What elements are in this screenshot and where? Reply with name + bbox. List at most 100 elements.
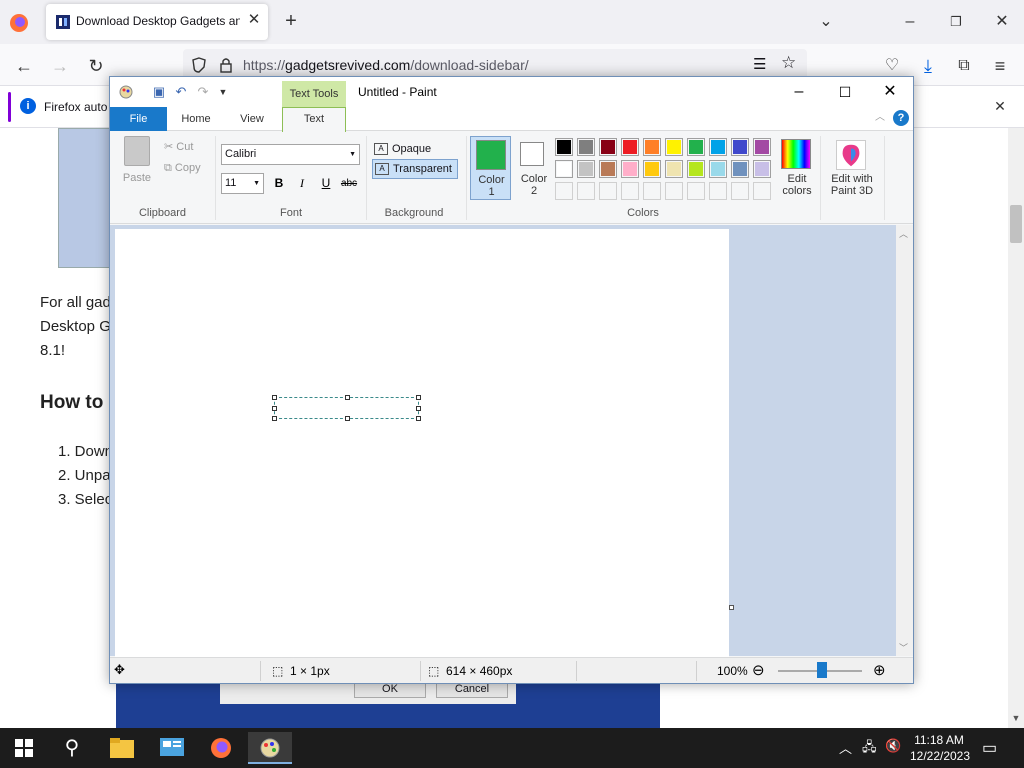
restore-icon[interactable]: ❐ — [942, 10, 970, 34]
tab-view[interactable]: View — [228, 107, 276, 131]
reload-icon[interactable]: ↻ — [84, 54, 108, 78]
palette-swatch[interactable] — [621, 138, 639, 156]
zoom-out-icon[interactable]: ⊖ — [752, 661, 765, 679]
scroll-up-icon[interactable]: ︿ — [899, 227, 908, 240]
tab-close-icon[interactable]: ✕ — [244, 10, 264, 30]
palette-swatch[interactable] — [709, 182, 727, 200]
palette-swatch[interactable] — [621, 160, 639, 178]
url-text[interactable]: https://gadgetsrevived.com/download-side… — [243, 57, 529, 73]
palette-swatch[interactable] — [621, 182, 639, 200]
network-icon[interactable]: 🖧 — [862, 738, 877, 760]
resize-handle[interactable] — [272, 406, 277, 411]
underline-button[interactable]: U — [316, 173, 336, 194]
help-icon[interactable]: ? — [893, 110, 909, 126]
palette-swatch[interactable] — [753, 182, 771, 200]
palette-swatch[interactable] — [599, 160, 617, 178]
palette-swatch[interactable] — [687, 138, 705, 156]
paint-taskbar-button[interactable] — [248, 732, 292, 764]
paint-close-icon[interactable]: ✕ — [867, 77, 913, 107]
ribbon-collapse-icon[interactable]: ︿ — [873, 110, 887, 126]
palette-swatch[interactable] — [753, 160, 771, 178]
redo-icon[interactable]: ↷ — [194, 83, 212, 101]
reader-view-icon[interactable]: ☰ — [753, 55, 766, 73]
extensions-icon[interactable]: ⧉ — [952, 54, 976, 78]
palette-swatch[interactable] — [665, 182, 683, 200]
color2-button[interactable]: Color 2 — [515, 136, 553, 200]
resize-handle[interactable] — [272, 416, 277, 421]
palette-swatch[interactable] — [599, 182, 617, 200]
font-size-select[interactable]: 11 ▼ — [221, 173, 264, 194]
save-icon[interactable]: ▣ — [150, 83, 168, 101]
palette-swatch[interactable] — [731, 160, 749, 178]
canvas-scrollbar[interactable]: ︿ ﹀ — [896, 225, 913, 656]
resize-handle[interactable] — [345, 416, 350, 421]
palette-swatch[interactable] — [643, 182, 661, 200]
tray-chevron-icon[interactable]: ︿ — [839, 738, 852, 757]
palette-swatch[interactable] — [687, 160, 705, 178]
strikethrough-button[interactable]: abc — [339, 173, 359, 194]
notifications-icon[interactable]: ▭ — [982, 738, 997, 758]
search-icon[interactable]: ⚲ — [52, 732, 92, 764]
menu-icon[interactable]: ≡ — [988, 54, 1012, 78]
file-explorer-icon[interactable] — [110, 738, 134, 758]
zoom-slider-thumb[interactable] — [817, 662, 827, 678]
font-family-select[interactable]: Calibri ▼ — [221, 144, 360, 165]
palette-swatch[interactable] — [731, 182, 749, 200]
clock-time[interactable]: 11:18 AM — [912, 733, 966, 747]
drawing-canvas[interactable] — [115, 229, 729, 657]
paste-button[interactable]: Paste — [120, 136, 154, 188]
palette-swatch[interactable] — [643, 138, 661, 156]
page-scrollbar-thumb[interactable] — [1010, 205, 1022, 243]
paint-maximize-icon[interactable]: ☐ — [822, 77, 868, 107]
back-arrow-icon[interactable]: ← — [12, 54, 36, 78]
palette-swatch[interactable] — [577, 160, 595, 178]
scroll-down-icon[interactable]: ﹀ — [899, 641, 908, 654]
transparent-option[interactable]: A Transparent — [372, 159, 458, 179]
cut-button[interactable]: ✂ Cut — [164, 140, 193, 153]
canvas-resize-handle[interactable] — [729, 605, 734, 610]
resize-handle[interactable] — [416, 416, 421, 421]
tab-text[interactable]: Text — [282, 107, 346, 132]
palette-swatch[interactable] — [731, 138, 749, 156]
palette-swatch[interactable] — [555, 138, 573, 156]
resize-handle[interactable] — [416, 395, 421, 400]
palette-swatch[interactable] — [709, 160, 727, 178]
palette-swatch[interactable] — [643, 160, 661, 178]
browser-tab[interactable]: Download Desktop Gadgets an ✕ — [46, 4, 268, 40]
palette-swatch[interactable] — [555, 182, 573, 200]
color1-button[interactable]: Color 1 — [470, 136, 511, 200]
shield-icon[interactable] — [191, 57, 207, 73]
palette-swatch[interactable] — [665, 160, 683, 178]
scroll-down-icon[interactable]: ▼ — [1008, 710, 1024, 726]
italic-button[interactable]: I — [292, 173, 312, 194]
copy-button[interactable]: ⧉ Copy — [164, 162, 201, 175]
firefox-logo-icon[interactable] — [8, 12, 30, 34]
zoom-in-icon[interactable]: ⊕ — [873, 661, 886, 679]
windows-start-icon[interactable] — [15, 739, 33, 757]
tab-home[interactable]: Home — [172, 107, 220, 131]
resize-handle[interactable] — [416, 406, 421, 411]
edit-colors-button[interactable]: Edit colors — [778, 136, 816, 200]
palette-swatch[interactable] — [709, 138, 727, 156]
palette-swatch[interactable] — [599, 138, 617, 156]
palette-swatch[interactable] — [753, 138, 771, 156]
clock-date[interactable]: 12/22/2023 — [906, 749, 974, 763]
lock-icon[interactable] — [219, 57, 233, 73]
palette-swatch[interactable] — [687, 182, 705, 200]
tab-file[interactable]: File — [110, 107, 167, 131]
firefox-taskbar-icon[interactable] — [209, 736, 233, 760]
minimize-icon[interactable]: – — [896, 10, 924, 34]
resize-handle[interactable] — [272, 395, 277, 400]
notification-close-icon[interactable]: ✕ — [990, 96, 1010, 116]
tab-list-chevron-icon[interactable]: ⌄ — [812, 10, 840, 34]
forward-arrow-icon[interactable]: → — [48, 54, 72, 78]
downloads-icon[interactable]: ⤓ — [916, 54, 940, 78]
resize-handle[interactable] — [345, 395, 350, 400]
volume-muted-icon[interactable]: 🔇 — [885, 738, 901, 754]
bookmark-star-icon[interactable]: ☆ — [781, 53, 796, 73]
customize-qat-icon[interactable]: ▼ — [214, 83, 232, 101]
palette-swatch[interactable] — [577, 182, 595, 200]
palette-swatch[interactable] — [577, 138, 595, 156]
paint-minimize-icon[interactable]: – — [776, 77, 822, 107]
undo-icon[interactable]: ↶ — [172, 83, 190, 101]
